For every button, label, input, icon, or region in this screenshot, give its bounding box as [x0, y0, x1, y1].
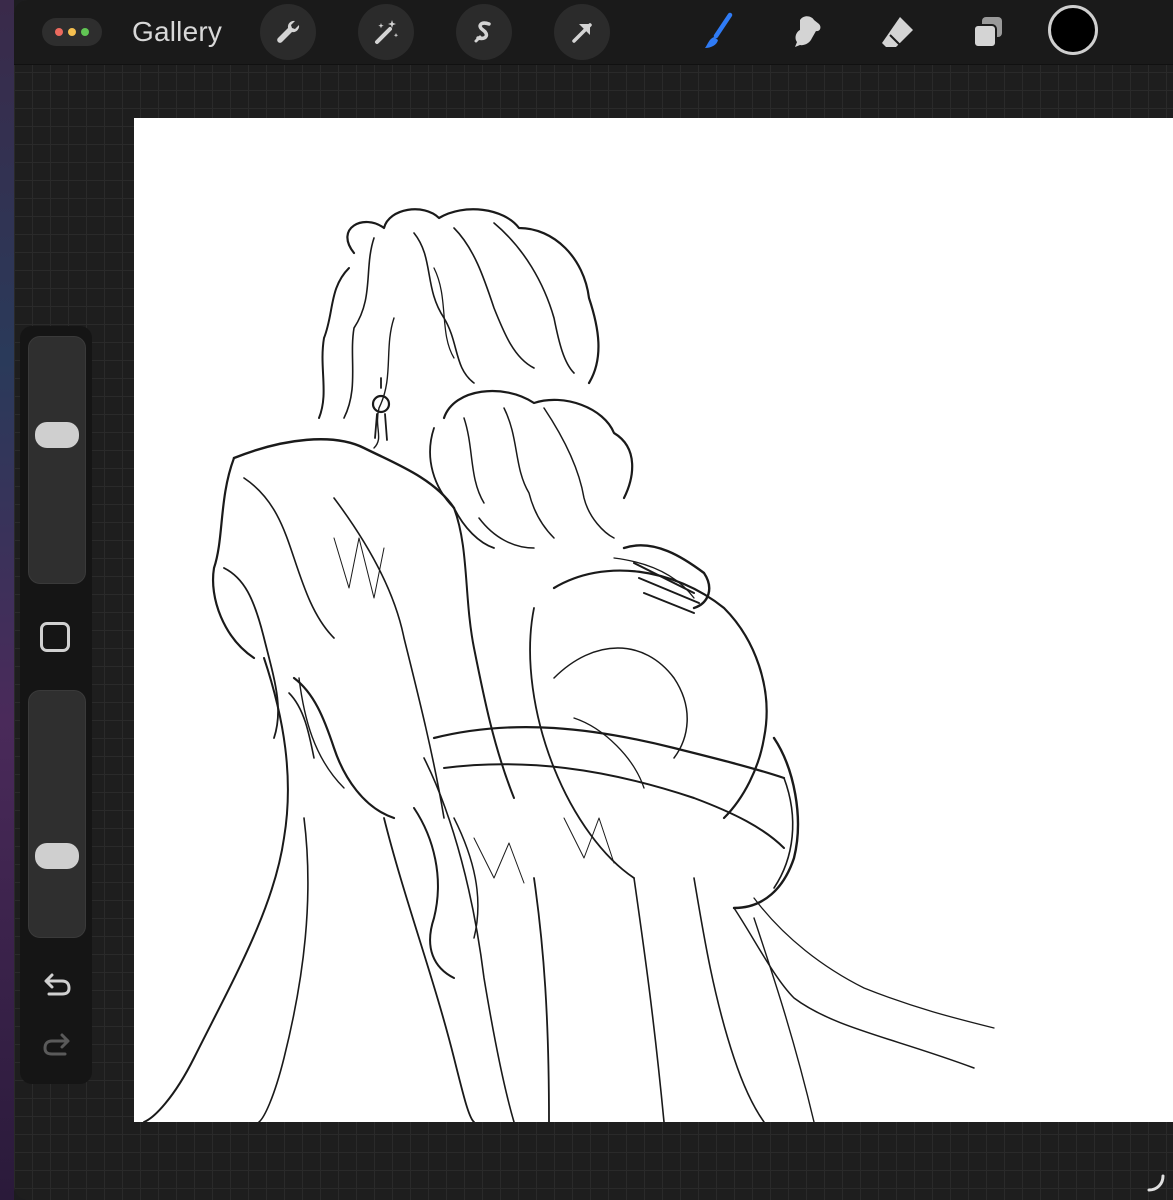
- magic-wand-icon: [375, 20, 399, 44]
- smudge-button[interactable]: [780, 4, 836, 60]
- resize-handle-icon[interactable]: [1145, 1172, 1167, 1194]
- wrench-icon: [277, 20, 300, 43]
- minimize-dot[interactable]: [68, 28, 76, 36]
- brush-button[interactable]: [690, 4, 746, 60]
- gallery-button[interactable]: Gallery: [132, 16, 222, 48]
- undo-arrow-icon: [44, 973, 71, 996]
- drawing-canvas[interactable]: [134, 118, 1173, 1122]
- opacity-slider[interactable]: [28, 690, 86, 938]
- desktop-background: [0, 0, 14, 1200]
- zoom-dot[interactable]: [81, 28, 89, 36]
- modify-button[interactable]: [40, 622, 70, 652]
- close-dot[interactable]: [55, 28, 63, 36]
- top-toolbar: Gallery: [14, 0, 1173, 65]
- brush-icon: [705, 12, 733, 48]
- layers-icon: [973, 17, 1002, 48]
- color-picker-button[interactable]: [1048, 5, 1098, 55]
- actions-button[interactable]: [260, 4, 316, 60]
- eraser-button[interactable]: [870, 4, 926, 60]
- left-sidebar: [20, 326, 92, 1084]
- brush-size-slider[interactable]: [28, 336, 86, 584]
- layers-button[interactable]: [960, 4, 1016, 60]
- selection-icon: [474, 21, 491, 43]
- smudge-icon: [795, 16, 821, 47]
- window-controls[interactable]: [42, 18, 102, 46]
- hug-sketch-artwork: [143, 208, 995, 1122]
- transform-button[interactable]: [554, 4, 610, 60]
- selection-button[interactable]: [456, 4, 512, 60]
- eraser-icon: [882, 17, 913, 47]
- adjustments-button[interactable]: [358, 4, 414, 60]
- redo-arrow-icon: [43, 1033, 70, 1056]
- transform-arrow-icon: [572, 23, 592, 43]
- redo-button[interactable]: [40, 1030, 74, 1060]
- opacity-thumb[interactable]: [35, 842, 79, 869]
- undo-button[interactable]: [40, 970, 74, 1000]
- procreate-app: Gallery: [14, 0, 1173, 1200]
- brush-size-thumb[interactable]: [35, 422, 79, 449]
